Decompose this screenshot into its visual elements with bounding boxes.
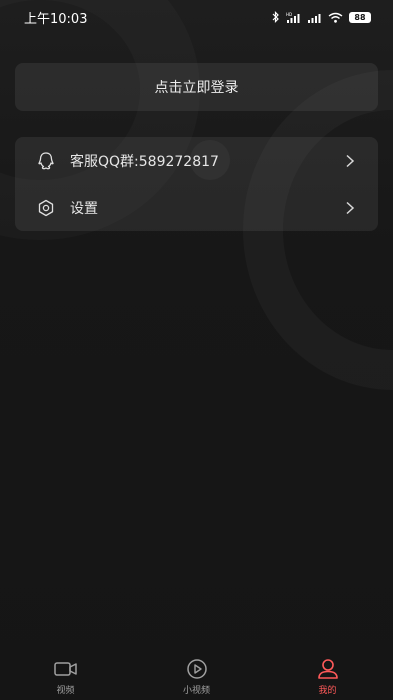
signal-hd-icon: HD xyxy=(286,12,301,23)
menu-item-settings[interactable]: 设置 xyxy=(15,184,378,231)
settings-icon xyxy=(36,198,56,218)
nav-item-mine[interactable]: 我的 xyxy=(283,658,373,696)
signal-icon xyxy=(307,12,322,23)
profile-screen: 上午10:03 HD 88 点击立即登录 客服QQ群:589272817 设置 … xyxy=(0,0,393,700)
play-circle-icon xyxy=(184,658,210,680)
login-label: 点击立即登录 xyxy=(154,80,239,96)
status-time: 上午10:03 xyxy=(24,11,88,27)
menu-item-customer-service[interactable]: 客服QQ群:589272817 xyxy=(15,137,378,184)
status-icons: HD 88 xyxy=(272,11,371,23)
chevron-right-icon xyxy=(344,201,356,215)
user-icon xyxy=(315,658,341,680)
nav-label: 视频 xyxy=(56,686,75,696)
video-camera-icon xyxy=(53,658,79,680)
wifi-icon xyxy=(328,12,343,23)
battery-icon: 88 xyxy=(349,11,371,23)
bluetooth-icon xyxy=(272,11,280,23)
svg-text:HD: HD xyxy=(286,12,292,17)
nav-label: 我的 xyxy=(318,686,337,696)
menu-item-label: 客服QQ群:589272817 xyxy=(70,153,219,170)
qq-icon xyxy=(36,151,56,171)
login-button[interactable]: 点击立即登录 xyxy=(15,63,378,111)
nav-item-short-video[interactable]: 小视频 xyxy=(152,658,242,696)
chevron-right-icon xyxy=(344,154,356,168)
menu-list: 客服QQ群:589272817 设置 xyxy=(15,137,378,231)
menu-item-label: 设置 xyxy=(70,200,98,217)
status-bar: 上午10:03 HD 88 xyxy=(0,0,393,34)
nav-item-video[interactable]: 视频 xyxy=(21,658,111,696)
bottom-navigation: 视频 小视频 我的 xyxy=(0,652,393,700)
nav-label: 小视频 xyxy=(182,686,210,696)
